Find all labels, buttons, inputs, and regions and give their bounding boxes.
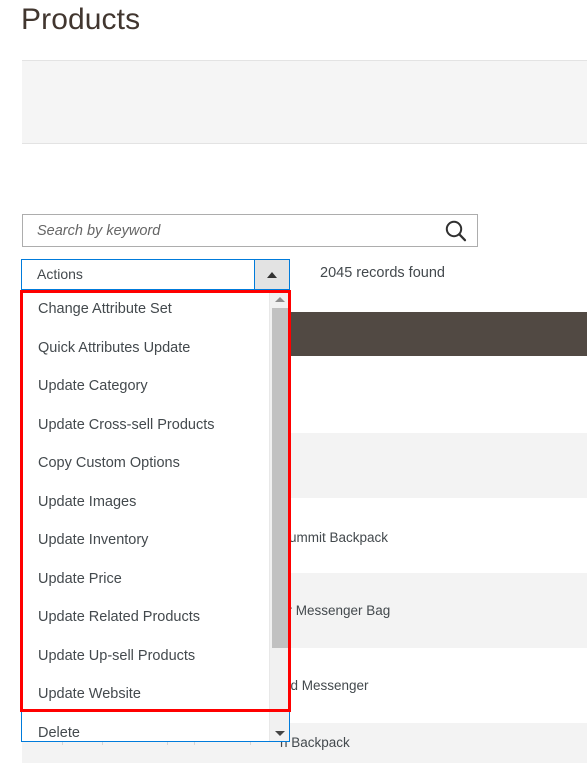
page-title: Products	[21, 3, 141, 36]
option-update-up-sell-products[interactable]: Update Up-sell Products	[22, 637, 289, 676]
scrollbar-thumb[interactable]	[272, 308, 288, 648]
scroll-down-arrow-icon[interactable]	[270, 725, 289, 741]
actions-select[interactable]: Actions	[21, 259, 290, 290]
caret-up-icon[interactable]	[254, 260, 289, 289]
option-delete[interactable]: Delete	[22, 714, 289, 742]
option-update-images[interactable]: Update Images	[22, 483, 289, 522]
product-name-cell: Summit Backpack	[280, 530, 389, 545]
search-input[interactable]	[23, 215, 433, 246]
option-update-cross-sell[interactable]: Update Cross-sell Products	[22, 406, 289, 445]
product-name-cell: eld Messenger	[280, 678, 369, 693]
option-update-related-products[interactable]: Update Related Products	[22, 598, 289, 637]
actions-select-label: Actions	[37, 266, 83, 282]
product-name-cell: er Messenger Bag	[280, 603, 391, 618]
options-scrollbar[interactable]	[269, 290, 289, 741]
scroll-up-arrow-icon[interactable]	[270, 290, 289, 307]
actions-options-list[interactable]: Change Attribute Set Quick Attributes Up…	[21, 290, 290, 742]
option-update-category[interactable]: Update Category	[22, 367, 289, 406]
option-copy-custom-options[interactable]: Copy Custom Options	[22, 444, 289, 483]
option-quick-attributes-update[interactable]: Quick Attributes Update	[22, 329, 289, 368]
search-box[interactable]	[22, 214, 478, 247]
option-update-website[interactable]: Update Website	[22, 675, 289, 714]
option-update-inventory[interactable]: Update Inventory	[22, 521, 289, 560]
option-update-price[interactable]: Update Price	[22, 560, 289, 599]
records-found-label: 2045 records found	[320, 265, 445, 281]
filter-panel	[22, 60, 587, 144]
option-change-attribute-set[interactable]: Change Attribute Set	[22, 290, 289, 329]
search-icon[interactable]	[443, 219, 469, 243]
